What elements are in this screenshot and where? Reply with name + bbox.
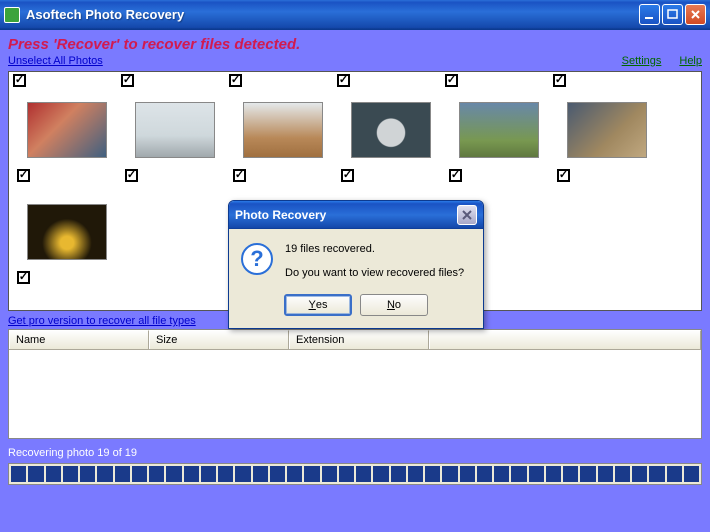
window-title: Asoftech Photo Recovery <box>26 7 637 22</box>
thumbnail-image[interactable] <box>567 102 647 158</box>
progress-segment <box>667 466 682 482</box>
progress-segment <box>494 466 509 482</box>
progress-segment <box>442 466 457 482</box>
thumbnail-item[interactable]: ✓ <box>445 94 553 196</box>
no-button[interactable]: No <box>360 294 428 316</box>
progress-segment <box>391 466 406 482</box>
thumbnail-checkbox[interactable]: ✓ <box>233 169 246 182</box>
thumbnail-checkbox[interactable]: ✓ <box>125 169 138 182</box>
thumbnail-item[interactable]: ✓ <box>13 94 121 196</box>
thumbnail-item[interactable]: ✓ <box>337 94 445 196</box>
pro-version-link[interactable]: Get pro version to recover all file type… <box>8 315 196 327</box>
table-body <box>9 350 701 438</box>
progress-segment <box>580 466 595 482</box>
column-header-name[interactable]: Name <box>9 330 149 349</box>
window-maximize-button[interactable] <box>662 4 683 25</box>
dialog-titlebar: Photo Recovery <box>229 201 483 229</box>
thumbnail-item[interactable]: ✓ <box>121 94 229 196</box>
thumbnail-checkbox[interactable]: ✓ <box>449 169 462 182</box>
dialog-button-row: Yes No <box>229 294 483 328</box>
window-minimize-button[interactable] <box>639 4 660 25</box>
progress-segment <box>132 466 147 482</box>
progress-segment <box>339 466 354 482</box>
yes-button[interactable]: Yes <box>284 294 352 316</box>
dialog-body: ? 19 files recovered. Do you want to vie… <box>229 229 483 294</box>
thumbnail-image[interactable] <box>459 102 539 158</box>
progress-segment <box>632 466 647 482</box>
column-header-size[interactable]: Size <box>149 330 289 349</box>
status-text: Recovering photo 19 of 19 <box>8 447 702 459</box>
progress-segment <box>270 466 285 482</box>
progress-segment <box>253 466 268 482</box>
help-link[interactable]: Help <box>679 55 702 67</box>
dialog-line2: Do you want to view recovered files? <box>285 265 464 283</box>
thumbnail-image[interactable] <box>351 102 431 158</box>
progress-segment <box>218 466 233 482</box>
progress-segment <box>598 466 613 482</box>
progress-segment <box>356 466 371 482</box>
column-header-extension[interactable]: Extension <box>289 330 429 349</box>
progress-segment <box>373 466 388 482</box>
thumbnail-item[interactable]: ✓ <box>553 94 661 196</box>
progress-segment <box>460 466 475 482</box>
progress-segment <box>149 466 164 482</box>
progress-segment <box>80 466 95 482</box>
thumbnail-item[interactable]: ✓ <box>229 94 337 196</box>
progress-segment <box>115 466 130 482</box>
thumbnail-checkbox[interactable]: ✓ <box>17 271 30 284</box>
progress-segment <box>11 466 26 482</box>
progress-segment <box>425 466 440 482</box>
dialog-line1: 19 files recovered. <box>285 241 464 259</box>
app-icon <box>4 7 20 23</box>
thumbnail-image[interactable] <box>243 102 323 158</box>
thumbnail-image[interactable] <box>135 102 215 158</box>
column-header-blank <box>429 330 701 349</box>
progress-segment <box>287 466 302 482</box>
links-row: Unselect All Photos Settings Help <box>0 55 710 71</box>
instruction-banner: Press 'Recover' to recover files detecte… <box>0 30 710 55</box>
dialog-title: Photo Recovery <box>235 208 457 222</box>
thumbnail-checkbox[interactable]: ✓ <box>557 169 570 182</box>
progress-segment <box>46 466 61 482</box>
progress-segment <box>615 466 630 482</box>
thumbnail-image[interactable] <box>27 204 107 260</box>
progress-segment <box>201 466 216 482</box>
progress-bar <box>8 463 702 485</box>
progress-segment <box>322 466 337 482</box>
thumbnail-checkbox[interactable]: ✓ <box>341 169 354 182</box>
progress-segment <box>304 466 319 482</box>
dialog-close-button[interactable] <box>457 205 477 225</box>
progress-segment <box>477 466 492 482</box>
progress-segment <box>529 466 544 482</box>
progress-segment <box>97 466 112 482</box>
settings-link[interactable]: Settings <box>622 55 662 67</box>
table-header-row: Name Size Extension <box>9 330 701 350</box>
window-titlebar: Asoftech Photo Recovery <box>0 0 710 30</box>
progress-segment <box>649 466 664 482</box>
file-table: Name Size Extension <box>8 329 702 439</box>
unselect-all-link[interactable]: Unselect All Photos <box>8 55 103 67</box>
dialog-message: 19 files recovered. Do you want to view … <box>285 241 464 282</box>
thumbnail-item[interactable]: ✓ <box>13 196 121 298</box>
progress-segment <box>63 466 78 482</box>
thumbnail-image[interactable] <box>27 102 107 158</box>
thumbnail-checkbox[interactable]: ✓ <box>17 169 30 182</box>
progress-segment <box>684 466 699 482</box>
progress-segment <box>563 466 578 482</box>
window-close-button[interactable] <box>685 4 706 25</box>
progress-segment <box>511 466 526 482</box>
progress-segment <box>408 466 423 482</box>
progress-segment <box>28 466 43 482</box>
progress-segment <box>166 466 181 482</box>
question-icon: ? <box>241 243 273 275</box>
progress-segment <box>546 466 561 482</box>
progress-segment <box>184 466 199 482</box>
progress-segment <box>235 466 250 482</box>
recovery-complete-dialog: Photo Recovery ? 19 files recovered. Do … <box>228 200 484 329</box>
